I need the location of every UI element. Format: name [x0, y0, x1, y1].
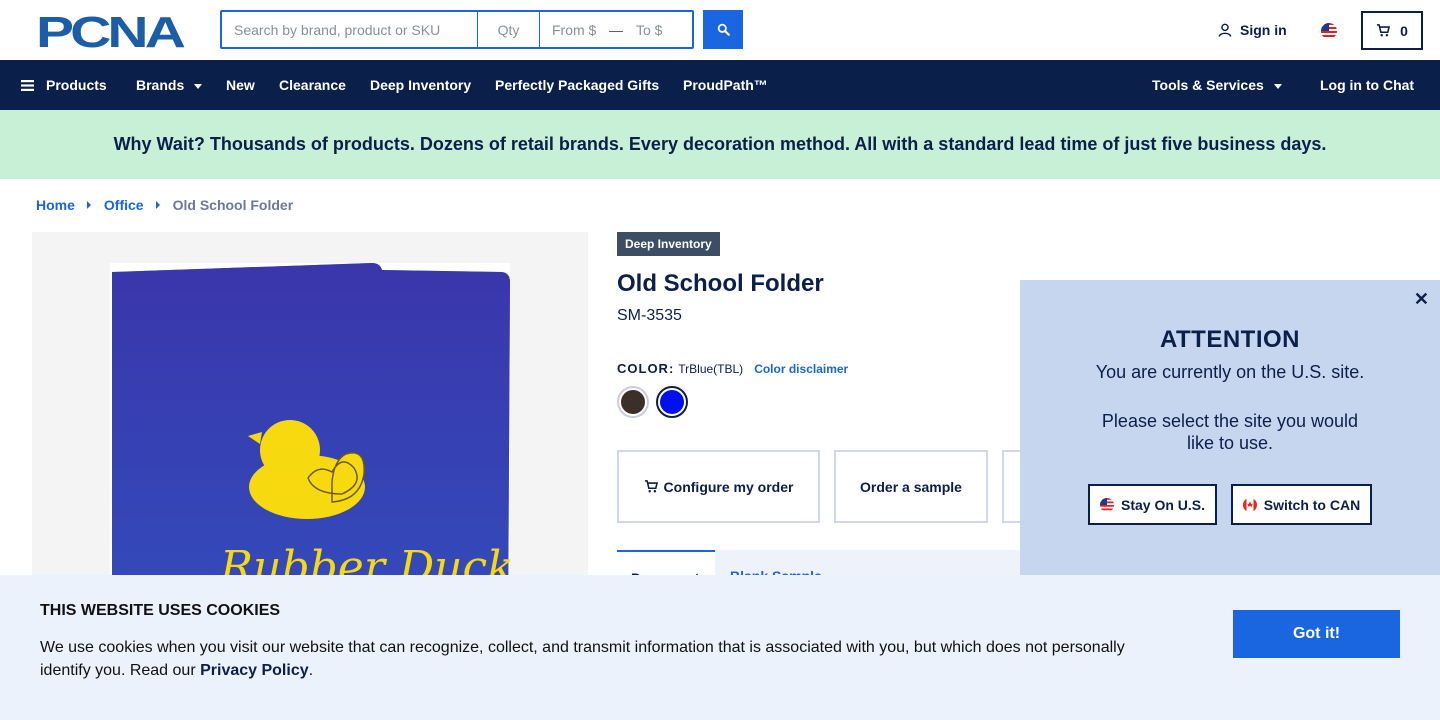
modal-current-site-text: You are currently on the U.S. site. — [1095, 362, 1365, 382]
nav-gifts[interactable]: Perfectly Packaged Gifts — [495, 60, 659, 110]
sign-in-link[interactable]: Sign in — [1218, 22, 1287, 38]
pcna-logo[interactable]: PCNA — [36, 11, 186, 51]
got-it-button[interactable]: Got it! — [1233, 610, 1400, 658]
product-image[interactable]: Rubber Duck — [32, 232, 588, 632]
nav-clearance-label: Clearance — [279, 77, 346, 93]
canada-flag-icon — [1242, 497, 1257, 512]
nav-tools-label: Tools & Services — [1152, 77, 1264, 93]
breadcrumb-current: Old School Folder — [172, 197, 294, 213]
nav-brands[interactable]: Brands — [136, 60, 203, 110]
stay-us-button[interactable]: Stay On U.S. — [1088, 484, 1217, 525]
nav-new[interactable]: New — [226, 60, 255, 110]
cookie-period: . — [308, 662, 314, 679]
modal-select-text: Please select the site you would like to… — [1101, 411, 1359, 453]
site-selection-modal: ✕ ATTENTION You are currently on the U.S… — [1020, 280, 1440, 580]
color-selector-label: COLOR: TrBlue(TBL) Color disclaimer — [617, 361, 848, 376]
chevron-down-icon — [1273, 83, 1282, 89]
us-flag-icon — [1099, 497, 1114, 512]
nav-proudpath-label: ProudPath™ — [683, 77, 768, 93]
swatch-black[interactable] — [617, 386, 649, 418]
product-title: Old School Folder — [617, 270, 824, 297]
switch-can-button[interactable]: Switch to CAN — [1231, 484, 1372, 525]
nav-gifts-label: Perfectly Packaged Gifts — [495, 77, 660, 93]
swatch-blue[interactable] — [656, 386, 688, 418]
color-value: TrBlue(TBL) — [678, 362, 744, 376]
color-label: COLOR: — [617, 361, 675, 376]
pcna-logo-text: PCNA — [36, 11, 185, 51]
privacy-policy-link[interactable]: Privacy Policy — [200, 662, 309, 679]
switch-can-label: Switch to CAN — [1263, 496, 1361, 513]
search-input[interactable] — [222, 12, 478, 47]
user-icon — [1218, 23, 1232, 37]
nav-products-label: Products — [46, 77, 107, 93]
order-sample-label: Order a sample — [860, 478, 962, 495]
order-sample-button[interactable]: Order a sample — [834, 450, 988, 523]
breadcrumb-home[interactable]: Home — [36, 197, 75, 213]
cart-button[interactable]: 0 — [1361, 11, 1423, 50]
cookie-banner: THIS WEBSITE USES COOKIES We use cookies… — [0, 575, 1440, 720]
breadcrumb-office[interactable]: Office — [104, 197, 144, 213]
modal-title: ATTENTION — [1159, 326, 1301, 353]
color-disclaimer-link[interactable]: Color disclaimer — [754, 362, 848, 376]
sign-in-label: Sign in — [1240, 22, 1287, 38]
search-icon — [717, 23, 730, 36]
nav-tools[interactable]: Tools & Services — [1152, 60, 1282, 110]
search-button[interactable] — [703, 10, 743, 49]
configure-order-label: Configure my order — [663, 478, 794, 495]
nav-new-label: New — [226, 77, 255, 93]
configure-order-button[interactable]: Configure my order — [617, 450, 820, 523]
nav-brands-label: Brands — [136, 77, 185, 93]
folder-image: Rubber Duck — [110, 263, 514, 632]
nav-clearance[interactable]: Clearance — [279, 60, 346, 110]
nav-products[interactable]: Products — [21, 60, 107, 110]
chevron-down-icon — [194, 83, 203, 89]
nav-proudpath[interactable]: ProudPath™ — [683, 60, 768, 110]
close-icon[interactable]: ✕ — [1414, 289, 1429, 310]
cookie-title: THIS WEBSITE USES COOKIES — [40, 602, 281, 619]
hamburger-icon — [21, 79, 34, 91]
promo-banner: Why Wait? Thousands of products. Dozens … — [0, 110, 1440, 179]
deep-inventory-badge: Deep Inventory — [617, 232, 720, 256]
price-to-input[interactable] — [624, 12, 692, 47]
chevron-right-icon — [155, 201, 160, 209]
top-header: PCNA — Sign in 0 — [0, 0, 1440, 60]
qty-input[interactable] — [478, 12, 540, 47]
swatch-black-fill — [621, 390, 645, 414]
stay-us-label: Stay On U.S. — [1120, 496, 1206, 513]
cookie-text: We use cookies when you visit our websit… — [40, 636, 1160, 682]
cart-icon — [1377, 24, 1391, 37]
product-sku: SM-3535 — [617, 307, 682, 324]
swatch-blue-fill — [660, 390, 684, 414]
chevron-right-icon — [86, 201, 91, 209]
cart-count: 0 — [1400, 22, 1408, 39]
main-nav: Products Brands New Clearance Deep Inven… — [0, 60, 1440, 110]
nav-chat-label: Log in to Chat — [1320, 77, 1415, 93]
nav-deep-inventory[interactable]: Deep Inventory — [370, 60, 471, 110]
nav-deep-inventory-label: Deep Inventory — [370, 77, 472, 93]
breadcrumb: Home Office Old School Folder — [36, 197, 293, 213]
cart-icon — [644, 480, 658, 493]
nav-chat[interactable]: Log in to Chat — [1320, 60, 1414, 110]
search-bar: — — [220, 10, 694, 49]
us-flag-icon[interactable] — [1321, 23, 1337, 39]
price-from-input[interactable] — [540, 12, 608, 47]
price-range-dash: — — [609, 21, 623, 38]
promo-banner-text: Why Wait? Thousands of products. Dozens … — [113, 134, 1327, 154]
